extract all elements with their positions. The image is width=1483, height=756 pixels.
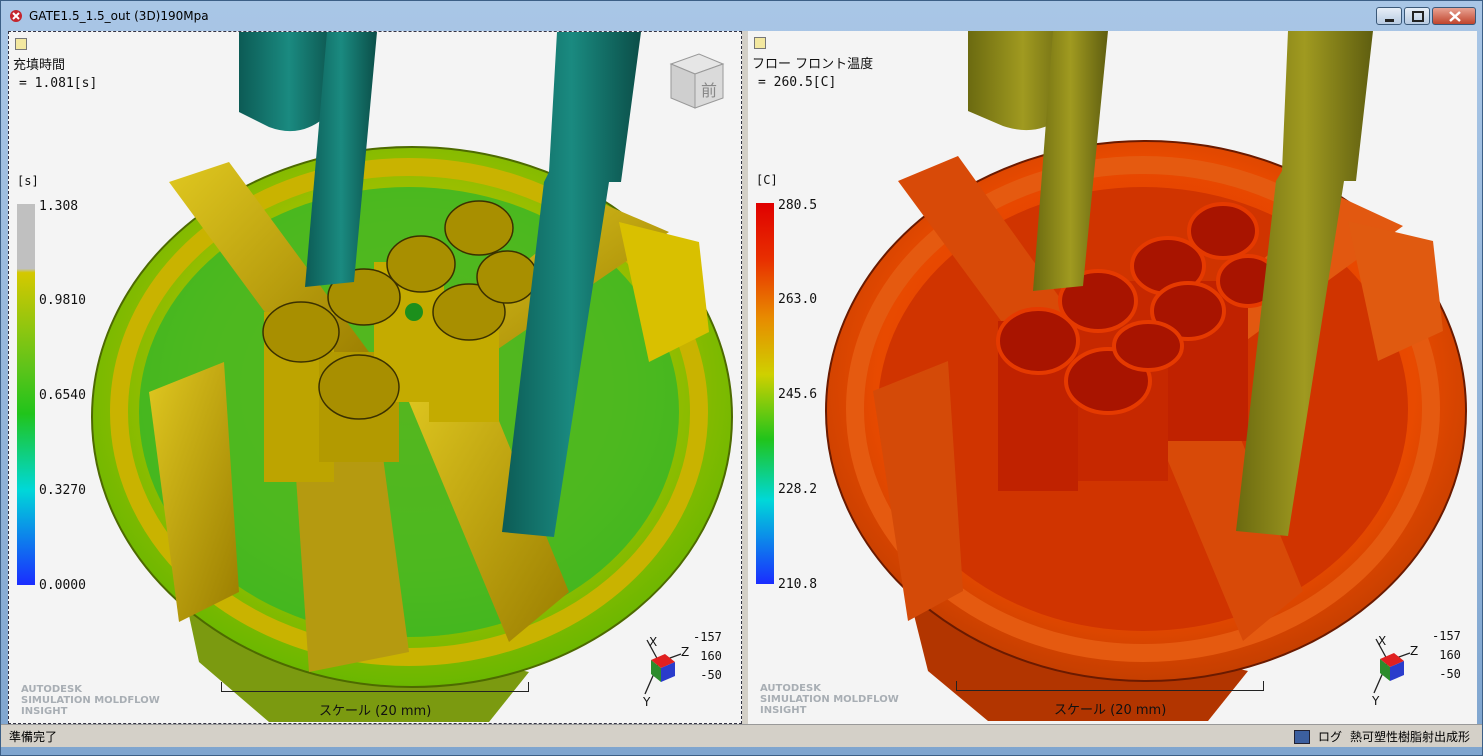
legend-tick-4: 228.2 (778, 482, 818, 497)
flow-front-temp-model-render[interactable]: X Z Y (748, 31, 1477, 724)
view-coordinates: -157 160 -50 (1432, 629, 1461, 681)
axis-label-z: Z (681, 645, 689, 659)
moldflow-logo: AUTODESK SIMULATION MOLDFLOW INSIGHT (760, 683, 899, 716)
maximize-icon (1412, 11, 1424, 22)
axis-label-y: Y (642, 695, 651, 709)
maximize-button[interactable] (1404, 7, 1430, 25)
axis-triad: X Z Y (1371, 634, 1418, 708)
application-window: GATE1.5_1.5_out (3D)190Mpa 前 X Z Y 充填時間 … (0, 0, 1483, 756)
status-bar: 準備完了 ログ 熱可塑性樹脂射出成形 (1, 724, 1482, 747)
pin-icon[interactable] (15, 38, 27, 50)
analysis-type: 熱可塑性樹脂射出成形 (1349, 730, 1470, 744)
legend-tick-3: 245.6 (778, 387, 818, 402)
close-icon (1449, 11, 1461, 22)
fill-time-viewport[interactable]: 前 X Z Y 充填時間 = 1.081[s] [s] 1.308 0.9810… (8, 31, 742, 724)
legend-unit: [s] (17, 174, 39, 188)
scale-label: スケール (20 mm) (1054, 703, 1167, 718)
axis-label-y: Y (1371, 694, 1380, 708)
legend-tick-min: 210.8 (778, 577, 818, 592)
status-text: 準備完了 (9, 730, 58, 744)
view-cube-face-label: 前 (701, 81, 717, 100)
axis-label-x: X (649, 635, 657, 649)
minimize-button[interactable] (1376, 7, 1402, 25)
result-title: 充填時間 (13, 58, 66, 73)
legend-tick-min: 0.0000 (39, 578, 86, 593)
client-area: 前 X Z Y 充填時間 = 1.081[s] [s] 1.308 0.9810… (8, 31, 1477, 724)
scale-ruler (221, 682, 529, 692)
legend-tick-2: 263.0 (778, 292, 818, 307)
view-cube[interactable]: 前 (669, 53, 725, 109)
axis-label-z: Z (1410, 644, 1418, 658)
result-value: = 1.081[s] (19, 76, 98, 91)
log-icon[interactable] (1293, 729, 1310, 744)
result-title: フロー フロント温度 (752, 57, 874, 72)
flow-front-temp-viewport[interactable]: X Z Y フロー フロント温度 = 260.5[C] [C] 280.5 26… (748, 31, 1477, 724)
color-legend-bar (756, 203, 774, 584)
log-button[interactable]: ログ (1318, 728, 1342, 745)
scale-label: スケール (20 mm) (319, 704, 432, 719)
window-title: GATE1.5_1.5_out (3D)190Mpa (29, 9, 209, 23)
legend-tick-2: 0.9810 (39, 293, 86, 308)
legend-tick-max: 1.308 (39, 199, 79, 214)
legend-tick-4: 0.3270 (39, 483, 86, 498)
fill-time-model-render[interactable]: 前 X Z Y (9, 32, 742, 724)
minimize-icon (1385, 19, 1394, 22)
app-icon (10, 10, 22, 22)
axis-label-x: X (1378, 634, 1386, 648)
moldflow-logo: AUTODESK SIMULATION MOLDFLOW INSIGHT (21, 684, 160, 717)
title-bar[interactable]: GATE1.5_1.5_out (3D)190Mpa (1, 1, 1482, 31)
close-button[interactable] (1432, 7, 1476, 25)
legend-tick-3: 0.6540 (39, 388, 86, 403)
pin-icon[interactable] (754, 37, 766, 49)
result-value: = 260.5[C] (758, 75, 837, 90)
legend-tick-max: 280.5 (778, 198, 818, 213)
legend-unit: [C] (756, 173, 778, 187)
color-legend-bar (17, 204, 35, 585)
axis-triad: X Z Y (642, 635, 689, 709)
view-coordinates: -157 160 -50 (693, 630, 722, 682)
scale-ruler (956, 681, 1264, 691)
